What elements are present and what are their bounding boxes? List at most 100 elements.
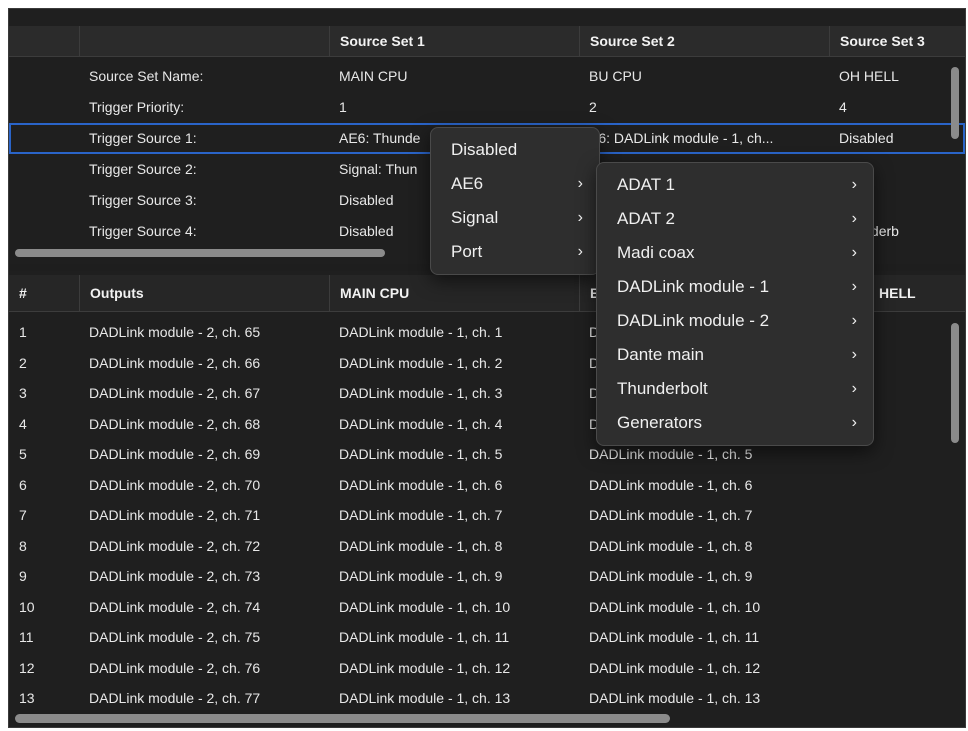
horizontal-scrollbar-bottom[interactable] bbox=[15, 714, 670, 723]
output-cell: DADLink module - 1, ch. 13 bbox=[589, 690, 761, 706]
table-row[interactable]: 6 DADLink module - 2, ch. 70 DADLink modul… bbox=[9, 470, 965, 501]
context-menu: Disabled AE6 › Signal › Port › bbox=[430, 127, 600, 275]
output-cell: DADLink module - 2, ch. 68 bbox=[89, 415, 261, 432]
header-main-cpu[interactable]: MAIN CPU bbox=[329, 275, 579, 311]
row-number: 13 bbox=[19, 690, 35, 706]
table-row[interactable]: 8 DADLink module - 2, ch. 72 DADLink modul… bbox=[9, 531, 965, 562]
output-cell: DADLink module - 2, ch. 76 bbox=[89, 659, 261, 676]
vertical-scrollbar-top[interactable] bbox=[951, 67, 959, 139]
menu-item-label: ADAT 2 bbox=[617, 209, 675, 228]
chevron-right-icon: › bbox=[577, 243, 583, 260]
header-source-set-3[interactable]: Source Set 3 bbox=[829, 26, 965, 56]
output-cell: DADLink module - 1, ch. 11 bbox=[339, 629, 510, 645]
source-set-cell[interactable]: BU CPU bbox=[579, 61, 829, 92]
vertical-scrollbar-bottom[interactable] bbox=[951, 323, 959, 443]
row-number: 6 bbox=[19, 476, 27, 493]
output-cell: DADLink module - 2, ch. 73 bbox=[89, 568, 261, 584]
table-row[interactable]: 7 DADLink module - 2, ch. 71 DADLink modul… bbox=[9, 500, 965, 531]
horizontal-scrollbar-top[interactable] bbox=[15, 249, 385, 257]
header-source-set-2[interactable]: Source Set 2 bbox=[579, 26, 829, 56]
source-set-cell[interactable]: 4 bbox=[829, 92, 965, 123]
menu-item-label: Madi coax bbox=[617, 243, 695, 262]
output-cell: DADLink module - 1, ch. 3 bbox=[339, 385, 503, 401]
context-menu-item-signal[interactable]: Signal › bbox=[431, 201, 599, 235]
row-number: 11 bbox=[19, 629, 34, 645]
output-cell: DADLink module - 2, ch. 67 bbox=[89, 385, 261, 401]
menu-item-label: Generators bbox=[617, 413, 703, 432]
menu-item-label: Dante main bbox=[617, 345, 704, 364]
header-oh-hell[interactable]: HELL bbox=[869, 275, 965, 311]
output-cell: DADLink module - 1, ch. 1 bbox=[339, 324, 503, 340]
chevron-right-icon: › bbox=[851, 380, 857, 397]
submenu-item-adat-2[interactable]: ADAT 2 › bbox=[597, 202, 873, 236]
row-label: Trigger Source 3: bbox=[89, 192, 197, 208]
output-cell: DADLink module - 1, ch. 9 bbox=[339, 568, 503, 584]
chevron-right-icon: › bbox=[577, 209, 583, 226]
menu-item-label: ADAT 1 bbox=[617, 175, 675, 194]
source-sets-header: Source Set 1 Source Set 2 Source Set 3 bbox=[9, 26, 965, 57]
output-cell: DADLink module - 1, ch. 12 bbox=[589, 659, 761, 676]
output-cell: DADLink module - 1, ch. 4 bbox=[339, 415, 503, 432]
header-blank-2 bbox=[79, 26, 329, 56]
table-row[interactable]: 10 DADLink module - 2, ch. 74 DADLink modu… bbox=[9, 592, 965, 623]
row-label: Source Set Name: bbox=[89, 68, 204, 84]
output-cell: DADLink module - 2, ch. 75 bbox=[89, 629, 261, 645]
menu-item-label: DADLink module - 2 bbox=[617, 311, 770, 330]
row-number: 10 bbox=[19, 598, 35, 615]
source-set-cell[interactable]: 2 bbox=[579, 92, 829, 123]
table-row[interactable]: 12 DADLink module - 2, ch. 76 DADLink modu… bbox=[9, 653, 965, 684]
submenu-item-madi-coax[interactable]: Madi coax › bbox=[597, 236, 873, 270]
row-number: 3 bbox=[19, 385, 27, 401]
row-label: Trigger Source 1: bbox=[89, 130, 197, 146]
table-row[interactable]: 9 DADLink module - 2, ch. 73 DADLink modul… bbox=[9, 561, 965, 592]
source-set-cell[interactable]: Disabled bbox=[829, 123, 965, 154]
row-number: 7 bbox=[19, 507, 27, 523]
context-submenu: ADAT 1 › ADAT 2 › Madi coax › DADLink module -… bbox=[596, 162, 874, 446]
chevron-right-icon: › bbox=[577, 175, 583, 192]
chevron-right-icon: › bbox=[851, 312, 857, 329]
source-set-row[interactable]: Source Set Name: MAIN CPU BU CPU OH HELL bbox=[9, 61, 965, 92]
output-cell: DADLink module - 2, ch. 74 bbox=[89, 598, 261, 615]
submenu-item-thunderbolt[interactable]: Thunderbolt › bbox=[597, 372, 873, 406]
row-number: 5 bbox=[19, 446, 27, 462]
row-number: 8 bbox=[19, 537, 27, 554]
table-row[interactable]: 11 DADLink module - 2, ch. 75 DADLink modu… bbox=[9, 622, 965, 653]
chevron-right-icon: › bbox=[851, 176, 857, 193]
submenu-item-dadlink-module-2[interactable]: DADLink module - 2 › bbox=[597, 304, 873, 338]
header-number[interactable]: # bbox=[9, 275, 79, 311]
row-number: 4 bbox=[19, 415, 27, 432]
source-set-row[interactable]: Trigger Priority: 1 2 4 bbox=[9, 92, 965, 123]
submenu-item-adat-1[interactable]: ADAT 1 › bbox=[597, 168, 873, 202]
chevron-right-icon: › bbox=[851, 278, 857, 295]
header-outputs[interactable]: Outputs bbox=[79, 275, 329, 311]
context-menu-item-ae6[interactable]: AE6 › bbox=[431, 167, 599, 201]
row-number: 9 bbox=[19, 568, 27, 584]
output-cell: DADLink module - 1, ch. 2 bbox=[339, 354, 503, 371]
output-cell: DADLink module - 1, ch. 13 bbox=[339, 690, 511, 706]
output-cell: DADLink module - 1, ch. 7 bbox=[589, 507, 753, 523]
submenu-item-generators[interactable]: Generators › bbox=[597, 406, 873, 440]
source-set-cell[interactable]: E6: DADLink module - 1, ch... bbox=[579, 123, 829, 154]
submenu-item-dadlink-module-1[interactable]: DADLink module - 1 › bbox=[597, 270, 873, 304]
header-source-set-1[interactable]: Source Set 1 bbox=[329, 26, 579, 56]
menu-item-label: Port bbox=[451, 242, 483, 261]
output-cell: DADLink module - 2, ch. 72 bbox=[89, 537, 261, 554]
menu-item-label: DADLink module - 1 bbox=[617, 277, 770, 296]
header-blank-1 bbox=[9, 26, 79, 56]
source-set-cell[interactable]: OH HELL bbox=[829, 61, 965, 92]
source-set-cell[interactable]: 1 bbox=[329, 92, 579, 123]
output-cell: DADLink module - 1, ch. 6 bbox=[589, 476, 753, 493]
table-row[interactable]: 13 DADLink module - 2, ch. 77 DADLink modu… bbox=[9, 683, 965, 714]
row-number: 12 bbox=[19, 659, 35, 676]
context-menu-item-port[interactable]: Port › bbox=[431, 235, 599, 269]
source-set-cell[interactable]: MAIN CPU bbox=[329, 61, 579, 92]
output-cell: DADLink module - 2, ch. 77 bbox=[89, 690, 261, 706]
output-cell: DADLink module - 1, ch. 10 bbox=[339, 598, 511, 615]
output-cell: DADLink module - 1, ch. 8 bbox=[589, 537, 753, 554]
output-cell: DADLink module - 1, ch. 11 bbox=[589, 629, 760, 645]
output-cell: DADLink module - 1, ch. 8 bbox=[339, 537, 503, 554]
row-label: Trigger Priority: bbox=[89, 99, 185, 115]
submenu-item-dante-main[interactable]: Dante main › bbox=[597, 338, 873, 372]
context-menu-item-disabled[interactable]: Disabled bbox=[431, 133, 599, 167]
menu-item-label: Disabled bbox=[451, 140, 518, 159]
